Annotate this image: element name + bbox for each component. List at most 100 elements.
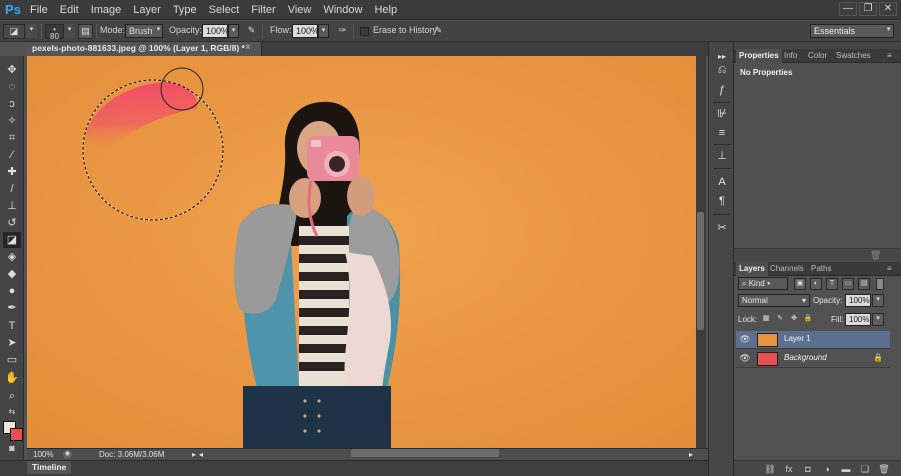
tab-channels[interactable]: Channels	[767, 262, 807, 276]
lasso-tool-icon[interactable]: ↄ	[3, 96, 21, 112]
status-info-icon[interactable]: ◉	[63, 450, 72, 459]
brush-preset-dropdown[interactable]: ▾	[64, 24, 75, 38]
horizontal-scrollbar-thumb[interactable]	[351, 449, 499, 457]
tab-layers[interactable]: Layers	[736, 262, 768, 276]
path-selection-tool-icon[interactable]: ➤	[3, 335, 21, 351]
pressure-size-icon[interactable]: ✎	[431, 24, 446, 39]
fill-input[interactable]: 100%	[845, 313, 871, 326]
document-canvas[interactable]	[27, 56, 696, 448]
tab-info[interactable]: Info	[781, 49, 800, 63]
layer-filter-kind-select[interactable]: ⌕ Kind ▾	[738, 277, 788, 290]
minimize-button[interactable]: —	[839, 2, 857, 16]
hand-tool-icon[interactable]: ✋	[3, 370, 21, 386]
tab-properties[interactable]: Properties	[736, 49, 782, 63]
layer-style-icon[interactable]: fx	[783, 463, 795, 475]
new-layer-icon[interactable]: ❏	[859, 463, 871, 475]
actions-panel-icon[interactable]: ƒ	[713, 82, 731, 99]
close-document-icon[interactable]: ×	[245, 42, 251, 53]
brush-panel-toggle-icon[interactable]: ▤	[78, 24, 93, 39]
adjustment-layer-icon[interactable]: ◑	[821, 463, 833, 475]
zoom-tool-icon[interactable]: ⌕	[3, 388, 21, 404]
visibility-eye-icon[interactable]: 👁	[739, 333, 751, 345]
layer-opacity-input[interactable]: 100%	[845, 294, 871, 307]
lock-image-icon[interactable]: ✎	[774, 314, 786, 326]
filter-shape-icon[interactable]: ▭	[842, 278, 854, 290]
quick-selection-tool-icon[interactable]: ✧	[3, 113, 21, 129]
menu-file[interactable]: File	[24, 4, 54, 16]
add-mask-icon[interactable]: ◘	[802, 463, 814, 475]
filter-smart-object-icon[interactable]: ▤	[858, 278, 870, 290]
eraser-tool-icon[interactable]: ◪	[3, 232, 21, 248]
opacity-slider-button[interactable]: ▾	[228, 24, 239, 38]
delete-layer-icon[interactable]: 🗑	[878, 463, 890, 475]
shape-tool-icon[interactable]: ▭	[3, 352, 21, 368]
quick-mask-icon[interactable]: ◙	[3, 440, 21, 456]
brush-panel-icon[interactable]: ≡	[713, 125, 731, 142]
paragraph-panel-icon[interactable]: ¶	[713, 193, 731, 210]
opacity-input[interactable]: 100%	[202, 24, 229, 38]
lock-all-icon[interactable]: 🔒	[802, 314, 814, 326]
type-tool-icon[interactable]: T	[3, 318, 21, 334]
tool-presets-icon[interactable]: ✂	[713, 220, 731, 237]
lock-position-icon[interactable]: ✥	[788, 314, 800, 326]
menu-image[interactable]: Image	[85, 4, 128, 16]
background-color-swatch[interactable]	[10, 428, 23, 441]
layer-row-layer-1[interactable]: 👁 Layer 1	[736, 331, 890, 349]
document-tab[interactable]: pexels-photo-881633.jpeg @ 100% (Layer 1…	[27, 42, 262, 56]
menu-window[interactable]: Window	[317, 4, 368, 16]
tool-preset-dropdown[interactable]: ▾	[26, 24, 37, 38]
trash-icon[interactable]: 🗑	[870, 250, 881, 261]
history-brush-tool-icon[interactable]: ↺	[3, 215, 21, 231]
layer-row-background[interactable]: 👁 Background 🔒	[736, 350, 890, 368]
vertical-scrollbar-thumb[interactable]	[697, 212, 704, 330]
visibility-eye-icon[interactable]: 👁	[739, 352, 751, 364]
crop-tool-icon[interactable]: ⌗	[3, 130, 21, 146]
erase-to-history-checkbox[interactable]	[360, 27, 369, 36]
menu-layer[interactable]: Layer	[127, 4, 167, 16]
tab-color[interactable]: Color	[805, 49, 830, 63]
brush-preset-picker[interactable]: • 80	[45, 24, 64, 41]
character-panel-icon[interactable]: A	[713, 174, 731, 191]
flow-input[interactable]: 100%	[292, 24, 319, 38]
workspace-select[interactable]: Essentials	[810, 24, 894, 38]
filter-pixel-icon[interactable]: ▣	[794, 278, 806, 290]
panel-menu-icon[interactable]: ≡	[884, 262, 895, 276]
dodge-tool-icon[interactable]: ●	[3, 283, 21, 299]
menu-type[interactable]: Type	[167, 4, 203, 16]
menu-view[interactable]: View	[282, 4, 318, 16]
menu-filter[interactable]: Filter	[245, 4, 281, 16]
paint-bucket-tool-icon[interactable]: ◈	[3, 249, 21, 265]
filter-type-icon[interactable]: T	[826, 278, 838, 290]
pressure-opacity-icon[interactable]: ✎	[244, 24, 259, 39]
blur-tool-icon[interactable]: ◆	[3, 266, 21, 282]
healing-brush-tool-icon[interactable]: ✚	[3, 164, 21, 180]
menu-edit[interactable]: Edit	[54, 4, 85, 16]
lock-transparent-icon[interactable]: ▦	[760, 314, 772, 326]
close-window-button[interactable]: ✕	[879, 2, 897, 16]
airbrush-icon[interactable]: ✑	[335, 24, 350, 39]
layer-opacity-dropdown[interactable]: ▾	[872, 294, 884, 307]
filter-adjustment-icon[interactable]: ◐	[810, 278, 822, 290]
tab-swatches[interactable]: Swatches	[833, 49, 874, 63]
brush-tool-icon[interactable]: /	[3, 181, 21, 197]
clone-stamp-tool-icon[interactable]: ⊥	[3, 198, 21, 214]
restore-button[interactable]: ❐	[859, 2, 877, 16]
clone-source-icon[interactable]: ⊥	[713, 148, 731, 165]
swap-colors-icon[interactable]: ⇆	[3, 404, 21, 420]
eraser-tool-preset-icon[interactable]: ◪	[3, 24, 25, 39]
new-group-icon[interactable]: ▬	[840, 463, 852, 475]
brush-presets-icon[interactable]: ⊮	[713, 106, 731, 123]
filter-toggle-icon[interactable]	[876, 278, 884, 290]
eyedropper-tool-icon[interactable]: ⁄	[3, 147, 21, 163]
flow-slider-button[interactable]: ▾	[318, 24, 329, 38]
marquee-tool-icon[interactable]: ◌	[3, 79, 21, 95]
menu-help[interactable]: Help	[368, 4, 403, 16]
tab-paths[interactable]: Paths	[808, 262, 834, 276]
blend-mode-select[interactable]: Normal ▾	[738, 294, 810, 307]
link-layers-icon[interactable]: ⛓	[764, 463, 776, 475]
pen-tool-icon[interactable]: ✒	[3, 300, 21, 316]
move-tool-icon[interactable]: ✥	[3, 62, 21, 78]
fill-dropdown[interactable]: ▾	[872, 313, 884, 326]
menu-select[interactable]: Select	[203, 4, 246, 16]
history-panel-icon[interactable]: ⎌	[713, 62, 731, 79]
